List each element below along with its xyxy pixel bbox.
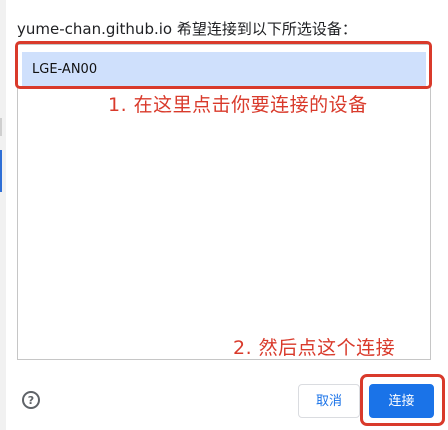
background-edge-mark	[0, 118, 2, 136]
cancel-button[interactable]: 取消	[298, 384, 360, 418]
background-window-edge	[0, 0, 6, 430]
device-list-item[interactable]: LGE-AN00	[22, 52, 426, 89]
annotation-step-1: 1. 在这里点击你要连接的设备	[108, 94, 368, 116]
background-edge-accent	[0, 150, 2, 192]
device-chooser-dialog: yume-chan.github.io 希望连接到以下所选设备： LGE-AN0…	[0, 0, 448, 430]
help-icon[interactable]: ?	[22, 391, 40, 409]
connect-button[interactable]: 连接	[369, 384, 434, 418]
device-label: LGE-AN00	[32, 62, 98, 77]
annotation-step-2: 2. 然后点这个连接	[233, 337, 396, 359]
dialog-title: yume-chan.github.io 希望连接到以下所选设备：	[17, 20, 357, 38]
